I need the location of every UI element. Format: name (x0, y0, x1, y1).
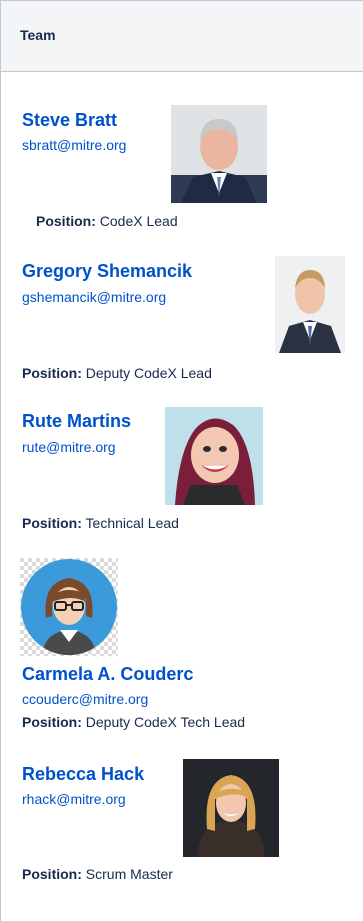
member-photo (183, 759, 279, 857)
position-value: CodeX Lead (99, 213, 178, 229)
table-header-label: Team (20, 27, 56, 43)
member-email-link[interactable]: rute@mitre.org (22, 439, 116, 455)
member-name-link[interactable]: Steve Bratt (22, 110, 117, 131)
member-name-link[interactable]: Gregory Shemancik (22, 261, 192, 282)
member-position: Position: CodeX Lead (36, 213, 178, 229)
position-label: Position: (36, 213, 96, 229)
position-label: Position: (22, 515, 82, 531)
member-photo (165, 407, 263, 505)
position-value: Deputy CodeX Lead (85, 365, 212, 381)
member-email-link[interactable]: rhack@mitre.org (22, 791, 126, 807)
avatar-woman-icon (20, 558, 118, 656)
position-label: Position: (22, 714, 82, 730)
table-header: Team (1, 0, 363, 72)
member-name-link[interactable]: Rebecca Hack (22, 764, 144, 785)
team-table: Team Steve Bratt sbratt@mitre.org Positi… (0, 0, 363, 921)
member-position: Position: Scrum Master (22, 866, 173, 882)
member-position: Position: Deputy CodeX Lead (22, 365, 212, 381)
position-value: Deputy CodeX Tech Lead (85, 714, 246, 730)
member-photo (275, 256, 345, 353)
member-email-link[interactable]: ccouderc@mitre.org (22, 691, 148, 707)
member-position: Position: Technical Lead (22, 515, 179, 531)
member-photo (171, 105, 267, 203)
member-email-link[interactable]: sbratt@mitre.org (22, 137, 126, 153)
member-position: Position: Deputy CodeX Tech Lead (22, 714, 245, 730)
position-label: Position: (22, 866, 82, 882)
member-name-link[interactable]: Carmela A. Couderc (22, 664, 193, 685)
member-name-link[interactable]: Rute Martins (22, 411, 131, 432)
member-email-link[interactable]: gshemancik@mitre.org (22, 289, 166, 305)
position-value: Scrum Master (85, 866, 173, 882)
position-label: Position: (22, 365, 82, 381)
position-value: Technical Lead (85, 515, 179, 531)
